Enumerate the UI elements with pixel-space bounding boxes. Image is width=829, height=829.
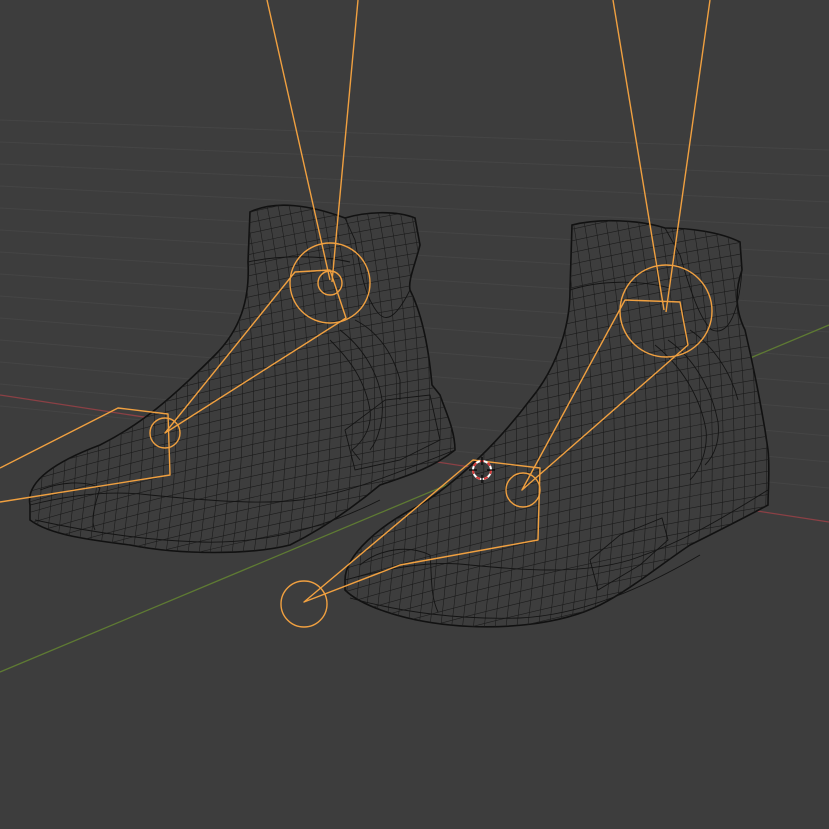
mesh-edge bbox=[2, 200, 23, 560]
viewport-scene[interactable] bbox=[0, 0, 829, 829]
grid-line bbox=[0, 141, 829, 177]
grid-line bbox=[0, 163, 829, 203]
3d-viewport[interactable] bbox=[0, 0, 829, 829]
grid-line bbox=[0, 119, 829, 151]
right-foot-root-ring[interactable] bbox=[280, 580, 328, 628]
